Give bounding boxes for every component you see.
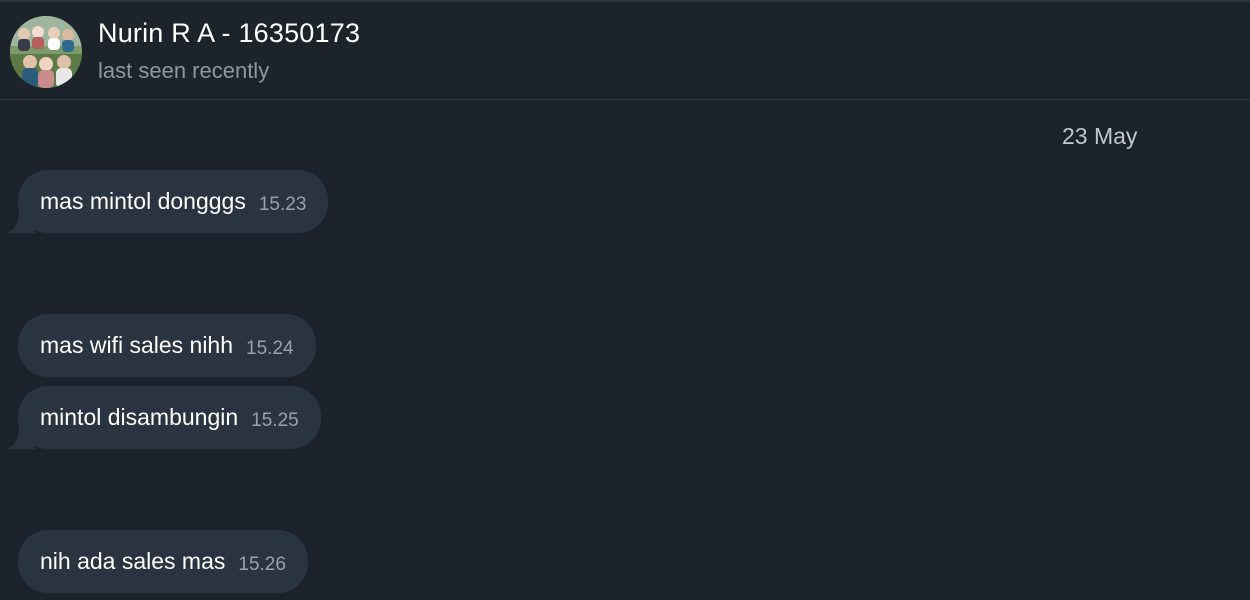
message-time: 15.23 [258,194,307,215]
message-bubble[interactable]: mas mintol dongggs 15.23 [5,170,329,233]
contact-name[interactable]: Nurin R A - 16350173 [98,18,360,49]
message-text: mintol disambungin [40,404,239,430]
message-text: nih ada sales mas [40,548,226,574]
message-text: mas wifi sales nihh [40,332,234,358]
message-bubble[interactable]: mas wifi sales nihh 15.24 [18,314,316,377]
message-time: 15.25 [251,410,299,431]
contact-status: last seen recently [98,58,270,83]
message-bubble[interactable]: mintol disambungin 15.25 [5,386,321,449]
message-time: 15.26 [238,554,286,575]
message-text: mas mintol dongggs [40,188,246,214]
message-bubble[interactable]: nih ada sales mas 15.26 [18,530,308,593]
date-separator: 23 May [1062,123,1138,149]
group-photo-icon [10,16,82,88]
bubble-tail-icon [5,427,35,449]
chat-header[interactable]: Nurin R A - 16350173 last seen recently [0,2,1250,100]
contact-avatar[interactable] [10,16,82,88]
message-list[interactable]: 23 May mas mintol dongggs 15.23 mas wifi… [0,101,1250,600]
message-time: 15.24 [246,338,294,359]
bubble-tail-icon [5,211,35,233]
